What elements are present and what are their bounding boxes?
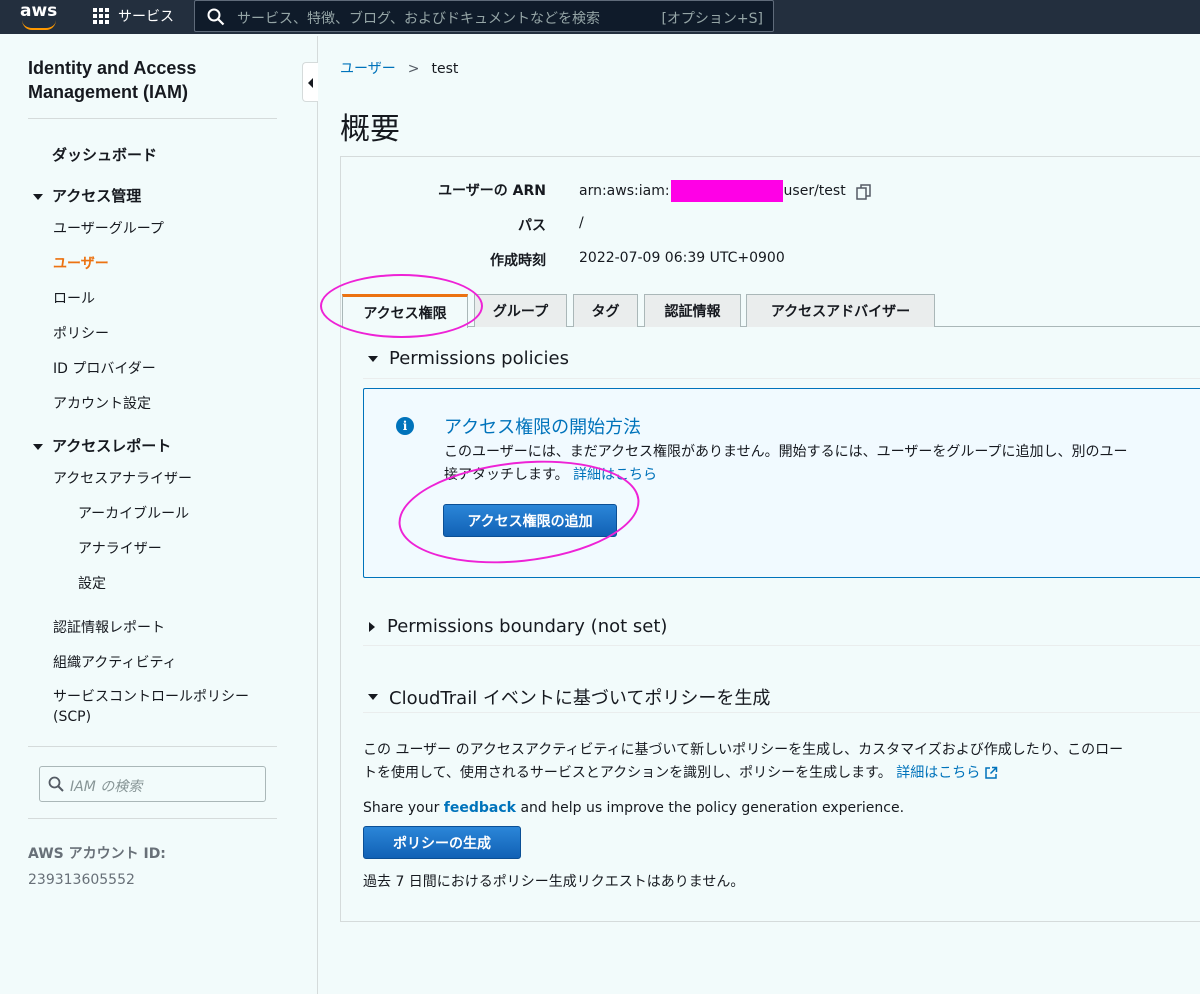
permissions-boundary-header[interactable]: Permissions boundary (not set) [369,616,667,637]
cloudtrail-description: この ユーザー のアクセスアクティビティに基づいて新しいポリシーを生成し、カスタ… [363,739,1123,785]
caret-down-icon [33,193,43,200]
services-label: サービス [118,9,174,25]
search-icon [48,776,64,792]
grid-icon [93,7,110,25]
info-alert: i アクセス権限の開始方法 このユーザーには、まだアクセス権限がありません。開始… [363,388,1200,578]
arn-value: arn:aws:iam: user/test [579,180,846,202]
created-value: 2022-07-09 06:39 UTC+0900 [579,250,785,266]
aws-smile-icon [22,20,56,30]
sidebar-divider [28,746,277,747]
path-value: / [579,215,584,231]
description-line: トを使用して、使用されるサービスとアクションを識別し、ポリシーを生成します。 [363,765,892,781]
tab-permissions[interactable]: アクセス権限 [342,294,468,328]
caret-down-icon [368,694,378,700]
caret-down-icon [368,355,378,362]
breadcrumb-link-users[interactable]: ユーザー [340,61,396,77]
services-menu-button[interactable]: サービス [93,6,174,26]
sidebar-item-identity-providers[interactable]: ID プロバイダー [53,358,156,378]
section-divider [363,712,1200,713]
sidebar-item-analyzers[interactable]: アナライザー [78,538,162,558]
section-heading: Permissions policies [389,348,569,369]
info-line-2: 接アタッチします。 詳細はこちら [444,464,1200,487]
breadcrumb: ユーザー > test [340,58,458,78]
no-requests-text: 過去 7 日間におけるポリシー生成リクエストはありません。 [363,874,745,890]
path-label: パス [518,218,546,234]
section-divider [363,378,1200,379]
arn-label: ユーザーの ARN [438,183,546,199]
sidebar-item-roles[interactable]: ロール [53,288,95,308]
description-line: この ユーザー のアクセスアクティビティに基づいて新しいポリシーを生成し、カスタ… [363,742,1124,758]
section-heading: CloudTrail イベントに基づいてポリシーを生成 [389,688,771,709]
feedback-pre: Share your [363,800,440,816]
account-id-label: AWS アカウント ID: [28,846,166,862]
sidebar-item-policies[interactable]: ポリシー [53,323,109,343]
sidebar-divider [28,818,277,819]
arn-suffix: user/test [783,183,846,199]
permissions-policies-header[interactable]: Permissions policies [368,348,569,369]
copy-icon[interactable] [855,183,873,201]
sidebar-item-user-groups[interactable]: ユーザーグループ [53,218,164,238]
sidebar-item-account-settings[interactable]: アカウント設定 [53,393,151,413]
sidebar-group-access-management[interactable]: アクセス管理 [33,185,141,206]
caret-right-icon [369,621,375,632]
external-link-icon [985,766,998,779]
sidebar-divider [28,118,277,119]
top-navigation-bar: aws サービス サービス、特徴、ブログ、およびドキュメントなどを検索 [オプシ… [0,0,1200,34]
feedback-link[interactable]: feedback [444,800,516,816]
sidebar-item-analyzer-settings[interactable]: 設定 [78,573,106,593]
sidebar-group-access-reports[interactable]: アクセスレポート [33,435,171,456]
generate-policy-button[interactable]: ポリシーの生成 [363,826,521,859]
breadcrumb-current: test [431,61,459,77]
page-title: 概要 [340,112,400,147]
arn-prefix: arn:aws:iam: [579,183,670,199]
learn-more-label: 詳細はこちら [896,765,981,781]
tab-tags[interactable]: タグ [573,294,638,327]
sidebar-item-access-analyzer[interactable]: アクセスアナライザー [53,468,192,488]
feedback-post: and help us improve the policy generatio… [520,800,905,816]
created-label: 作成時刻 [490,253,546,269]
info-body: このユーザーには、まだアクセス権限がありません。開始するには、ユーザーをグループ… [444,441,1200,487]
sidebar-item-scp[interactable]: サービスコントロールポリシー (SCP) [53,687,283,727]
global-search-input[interactable]: サービス、特徴、ブログ、およびドキュメントなどを検索 [オプション+S] [194,0,774,32]
learn-more-link[interactable]: 詳細はこちら [896,765,998,781]
aws-logo[interactable]: aws [20,3,62,31]
section-divider [363,645,1200,646]
tab-security-credentials[interactable]: 認証情報 [644,294,741,327]
sidebar-collapse-button[interactable] [302,62,318,102]
sidebar: Identity and Access Management (IAM) ダッシ… [0,36,318,994]
sidebar-item-users[interactable]: ユーザー [53,253,109,273]
tab-access-advisor[interactable]: アクセスアドバイザー [746,294,935,327]
sidebar-item-organization-activity[interactable]: 組織アクティビティ [53,652,177,672]
add-permissions-button[interactable]: アクセス権限の追加 [443,504,617,537]
caret-down-icon [33,443,43,450]
info-line: このユーザーには、まだアクセス権限がありません。開始するには、ユーザーをグループ… [444,444,1128,460]
section-heading: Permissions boundary (not set) [387,616,668,637]
tab-groups[interactable]: グループ [474,294,567,327]
iam-search-placeholder: IAM の検索 [70,779,143,795]
search-icon [207,8,225,26]
feedback-text: Share your feedback and help us improve … [363,797,904,820]
aws-logo-text: aws [20,1,58,21]
cloudtrail-policy-header[interactable]: CloudTrail イベントに基づいてポリシーを生成 [368,684,770,710]
sidebar-item-archive-rules[interactable]: アーカイブルール [78,503,189,523]
sidebar-group-label: アクセスレポート [52,437,172,455]
sidebar-title: Identity and Access Management (IAM) [28,58,197,102]
account-id-value: 239313605552 [28,872,135,888]
search-shortcut-hint: [オプション+S] [661,11,763,27]
redaction-mask [670,180,783,202]
info-title: アクセス権限の開始方法 [444,417,642,438]
sidebar-item-dashboard[interactable]: ダッシュボード [52,144,157,165]
chevron-left-icon [308,78,313,88]
sidebar-item-credential-report[interactable]: 認証情報レポート [53,617,165,637]
breadcrumb-separator: > [407,61,420,77]
iam-search-input[interactable]: IAM の検索 [39,766,266,802]
info-learn-more-link[interactable]: 詳細はこちら [573,467,657,483]
sidebar-group-label: アクセス管理 [52,187,142,205]
info-icon: i [396,417,414,435]
info-line: 接アタッチします。 [444,467,569,483]
search-placeholder: サービス、特徴、ブログ、およびドキュメントなどを検索 [237,11,601,27]
